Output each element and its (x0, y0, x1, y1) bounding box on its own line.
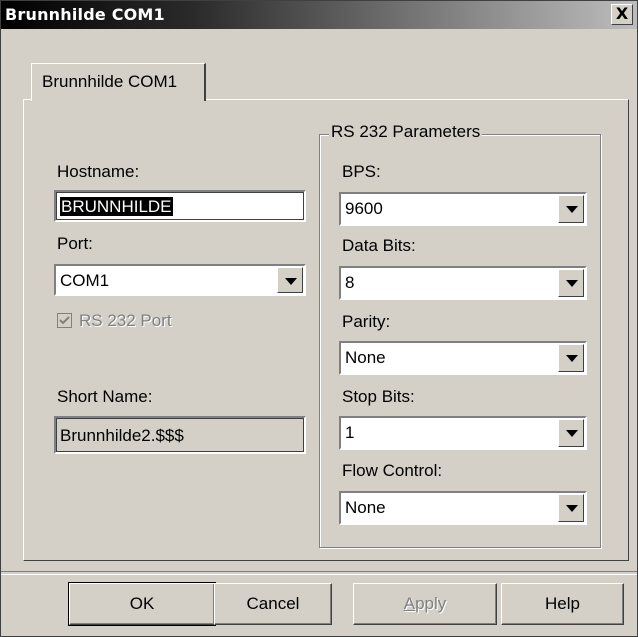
flow-control-value: None (345, 498, 386, 517)
bps-select[interactable]: 9600 (339, 192, 587, 226)
port-value: COM1 (60, 271, 110, 290)
bps-dropdown-button[interactable] (558, 195, 584, 223)
title-bar[interactable]: Brunnhilde COM1 X (1, 1, 637, 29)
bps-value: 9600 (345, 199, 383, 218)
window-title: Brunnhilde COM1 (5, 5, 165, 24)
parity-select[interactable]: None (339, 341, 587, 375)
chevron-down-icon (566, 505, 578, 512)
hostname-input[interactable]: BRUNNHILDE (54, 190, 306, 222)
chevron-down-icon (566, 280, 578, 287)
cancel-button[interactable]: Cancel (214, 583, 332, 625)
parity-value: None (345, 348, 386, 367)
chevron-down-icon (285, 278, 297, 285)
tab-label: Brunnhilde COM1 (42, 72, 178, 91)
hostname-value: BRUNNHILDE (60, 197, 173, 217)
stop-bits-value: 1 (345, 423, 355, 442)
apply-label-rest: pply (415, 594, 447, 613)
apply-mnemonic: A (403, 594, 416, 613)
short-name-value: Brunnhilde2.$$$ (60, 426, 184, 445)
chevron-down-icon (566, 355, 578, 362)
parity-dropdown-button[interactable] (558, 344, 584, 372)
hostname-selected-text: BRUNNHILDE (60, 197, 173, 216)
hostname-label: Hostname: (57, 162, 140, 181)
checkmark-icon (59, 316, 70, 325)
help-button[interactable]: Help (501, 583, 624, 625)
button-separator (1, 571, 637, 575)
stop-bits-label: Stop Bits: (342, 387, 415, 406)
parity-label: Parity: (342, 312, 391, 331)
ok-button[interactable]: OK (68, 582, 216, 626)
data-bits-label: Data Bits: (342, 236, 416, 255)
data-bits-select[interactable]: 8 (339, 266, 587, 300)
port-dropdown-button[interactable] (277, 267, 303, 293)
flow-control-label: Flow Control: (342, 461, 443, 480)
apply-button: Apply (353, 583, 497, 625)
data-bits-value: 8 (345, 273, 355, 292)
tab-brunnhilde-com1[interactable]: Brunnhilde COM1 (31, 63, 206, 101)
bps-label: BPS: (342, 162, 381, 181)
data-bits-dropdown-button[interactable] (558, 269, 584, 297)
short-name-field: Brunnhilde2.$$$ (54, 416, 306, 454)
close-button[interactable]: X (611, 4, 633, 25)
port-select[interactable]: COM1 (54, 264, 306, 296)
rs232-port-label: RS 232 Port (79, 311, 172, 330)
flow-control-dropdown-button[interactable] (558, 494, 584, 522)
stop-bits-select[interactable]: 1 (339, 416, 587, 450)
rs232-port-checkbox (57, 313, 72, 328)
close-icon: X (615, 4, 629, 23)
stop-bits-dropdown-button[interactable] (558, 419, 584, 447)
port-label: Port: (57, 234, 93, 253)
short-name-label: Short Name: (57, 387, 153, 406)
dialog-window: Brunnhilde COM1 X Brunnhilde COM1 Hostna… (0, 0, 638, 637)
chevron-down-icon (566, 430, 578, 437)
flow-control-select[interactable]: None (339, 491, 587, 525)
chevron-down-icon (566, 206, 578, 213)
rs232-parameters-title: RS 232 Parameters (329, 122, 483, 142)
